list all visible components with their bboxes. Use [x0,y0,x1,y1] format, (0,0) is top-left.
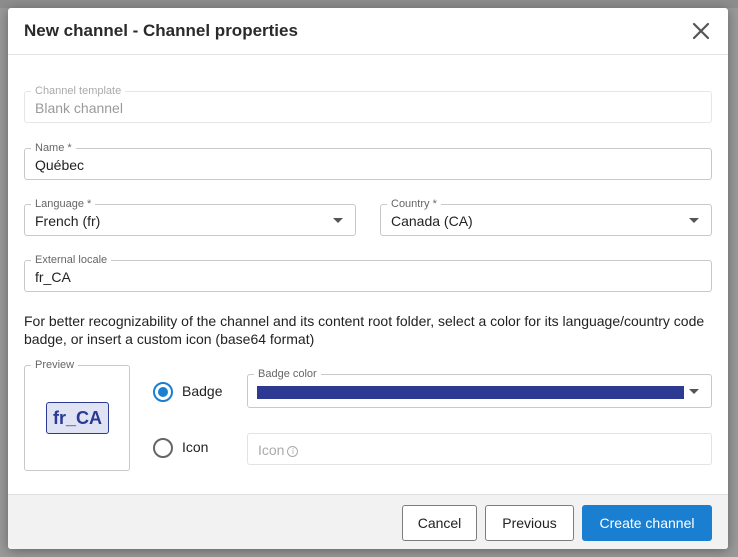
language-value: French (fr) [35,213,101,229]
name-field[interactable]: Name * Québec [24,141,712,180]
icon-radio-label[interactable]: Icon [182,439,208,455]
info-icon: i [287,446,299,457]
badge-color-select[interactable]: Badge color [247,367,712,408]
channel-template-field: Channel template Blank channel [24,84,712,123]
chevron-down-icon[interactable] [689,389,699,394]
icon-radio[interactable] [153,438,173,458]
cancel-button[interactable]: Cancel [402,505,477,541]
backdrop [0,0,738,8]
badge-color-swatch [257,386,684,399]
country-value: Canada (CA) [391,213,473,229]
language-label: Language * [31,197,96,211]
new-channel-dialog: New channel - Channel properties Channel… [8,8,728,549]
external-locale-field[interactable]: External locale fr_CA [24,253,712,292]
channel-badge: fr_CA [46,402,109,434]
create-channel-button[interactable]: Create channel [582,505,712,541]
name-value[interactable]: Québec [35,157,84,173]
country-label: Country * [387,197,441,211]
badge-radio-label[interactable]: Badge [182,383,222,399]
channel-template-value: Blank channel [35,100,123,116]
country-select[interactable]: Country * Canada (CA) [380,197,712,236]
previous-button[interactable]: Previous [485,505,574,541]
language-select[interactable]: Language * French (fr) [24,197,356,236]
badge-color-label: Badge color [254,367,321,381]
badge-radio[interactable] [153,382,173,402]
dialog-body: Channel template Blank channel Name * Qu… [8,56,728,494]
external-locale-value[interactable]: fr_CA [35,269,71,285]
channel-template-label: Channel template [31,84,126,98]
preview-box: Preview fr_CA [24,358,130,471]
close-icon[interactable] [690,20,712,42]
external-locale-label: External locale [31,253,112,267]
dialog-header: New channel - Channel properties [8,8,728,55]
radio-dot [158,387,168,397]
dialog-title: New channel - Channel properties [24,21,298,40]
chevron-down-icon[interactable] [333,218,343,223]
icon-input[interactable]: Icon i [247,433,712,465]
dialog-footer: Cancel Previous Create channel [8,494,728,549]
icon-input-placeholder: Icon i [258,442,299,458]
help-text: For better recognizability of the channe… [24,313,705,347]
chevron-down-icon[interactable] [689,218,699,223]
preview-label: Preview [31,358,79,372]
name-label: Name * [31,141,76,155]
